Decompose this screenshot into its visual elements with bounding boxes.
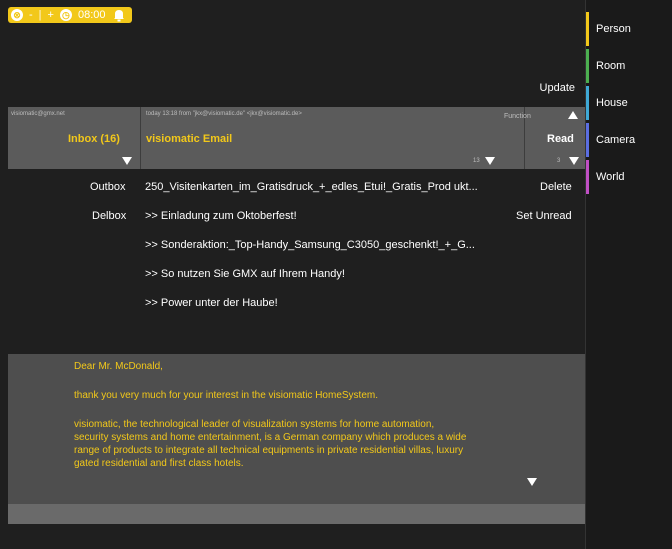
sidebar-accent xyxy=(586,49,589,83)
function-scroll-down-icon[interactable] xyxy=(569,157,579,165)
mail-header: visiomatic@gmx.net Inbox (16) today 13:1… xyxy=(8,107,585,169)
sidebar-accent xyxy=(586,86,589,120)
column-divider xyxy=(140,107,141,169)
sidebar-item-label: Room xyxy=(596,60,626,72)
update-button[interactable]: Update xyxy=(540,82,575,94)
plus-button[interactable]: + xyxy=(48,9,54,21)
minus-button[interactable]: - xyxy=(29,9,33,21)
sidebar-item-room[interactable]: Room xyxy=(586,49,672,83)
account-email: visiomatic@gmx.net xyxy=(11,111,65,117)
body-paragraph-line: visiomatic, the technological leader of … xyxy=(74,419,435,430)
set-unread-button[interactable]: Set Unread xyxy=(516,210,572,222)
bell-icon[interactable] xyxy=(112,8,126,22)
sidebar-item-world[interactable]: World xyxy=(586,160,672,194)
body-greeting: Dear Mr. McDonald, xyxy=(74,361,163,372)
sidebar-item-label: House xyxy=(596,97,628,109)
message-count: 13 xyxy=(473,158,480,164)
sidebar-accent xyxy=(586,160,589,194)
folder-outbox[interactable]: Outbox xyxy=(90,181,125,193)
sidebar-item-label: Camera xyxy=(596,134,636,146)
folder-scroll-down-icon[interactable] xyxy=(122,157,132,165)
clock-time: 08:00 xyxy=(77,9,106,21)
sidebar-item-person[interactable]: Person xyxy=(586,12,672,46)
status-bar: ⊗ - | + ◷ 08:00 xyxy=(8,7,132,23)
message-item[interactable]: >> So nutzen Sie GMX auf Ihrem Handy! xyxy=(145,268,345,280)
body-scroll-down-icon[interactable] xyxy=(527,478,537,486)
body-paragraph-line: security systems and home entertainment,… xyxy=(74,432,467,443)
messages-scroll-down-icon[interactable] xyxy=(485,157,495,165)
bottom-strip xyxy=(8,504,585,524)
action-count: 3 xyxy=(557,158,561,164)
sidebar-item-house[interactable]: House xyxy=(586,86,672,120)
function-label: Function xyxy=(504,113,531,120)
message-item[interactable]: 250_Visitenkarten_im_Gratisdruck_+_edles… xyxy=(145,181,478,193)
sidebar-accent xyxy=(586,12,589,46)
sidebar-item-label: World xyxy=(596,171,625,183)
message-meta: today 13:18 from "jkx@visiomatic.de" <jk… xyxy=(146,111,302,117)
function-scroll-up-icon[interactable] xyxy=(568,111,578,119)
delete-button[interactable]: Delete xyxy=(540,181,572,193)
message-item[interactable]: >> Einladung zum Oktoberfest! xyxy=(145,210,297,222)
sidebar: Person Room House Camera World xyxy=(585,0,672,549)
body-paragraph-line: range of products to integrate all techn… xyxy=(74,445,464,456)
body-paragraph-line: gated residential and first class hotels… xyxy=(74,458,244,469)
message-item[interactable]: >> Sonderaktion:_Top-Handy_Samsung_C3050… xyxy=(145,239,475,251)
separator: | xyxy=(38,9,42,21)
clock-icon: ◷ xyxy=(59,9,72,21)
close-icon[interactable]: ⊗ xyxy=(11,9,23,21)
message-body: Dear Mr. McDonald, thank you very much f… xyxy=(8,354,585,504)
sidebar-item-camera[interactable]: Camera xyxy=(586,123,672,157)
body-paragraph: thank you very much for your interest in… xyxy=(74,390,379,401)
sidebar-item-label: Person xyxy=(596,23,631,35)
message-item[interactable]: >> Power unter der Haube! xyxy=(145,297,278,309)
message-subject: visiomatic Email xyxy=(146,133,233,145)
sidebar-accent xyxy=(586,123,589,157)
folder-delbox[interactable]: Delbox xyxy=(92,210,126,222)
folder-title[interactable]: Inbox (16) xyxy=(68,133,120,145)
read-button[interactable]: Read xyxy=(547,133,574,145)
